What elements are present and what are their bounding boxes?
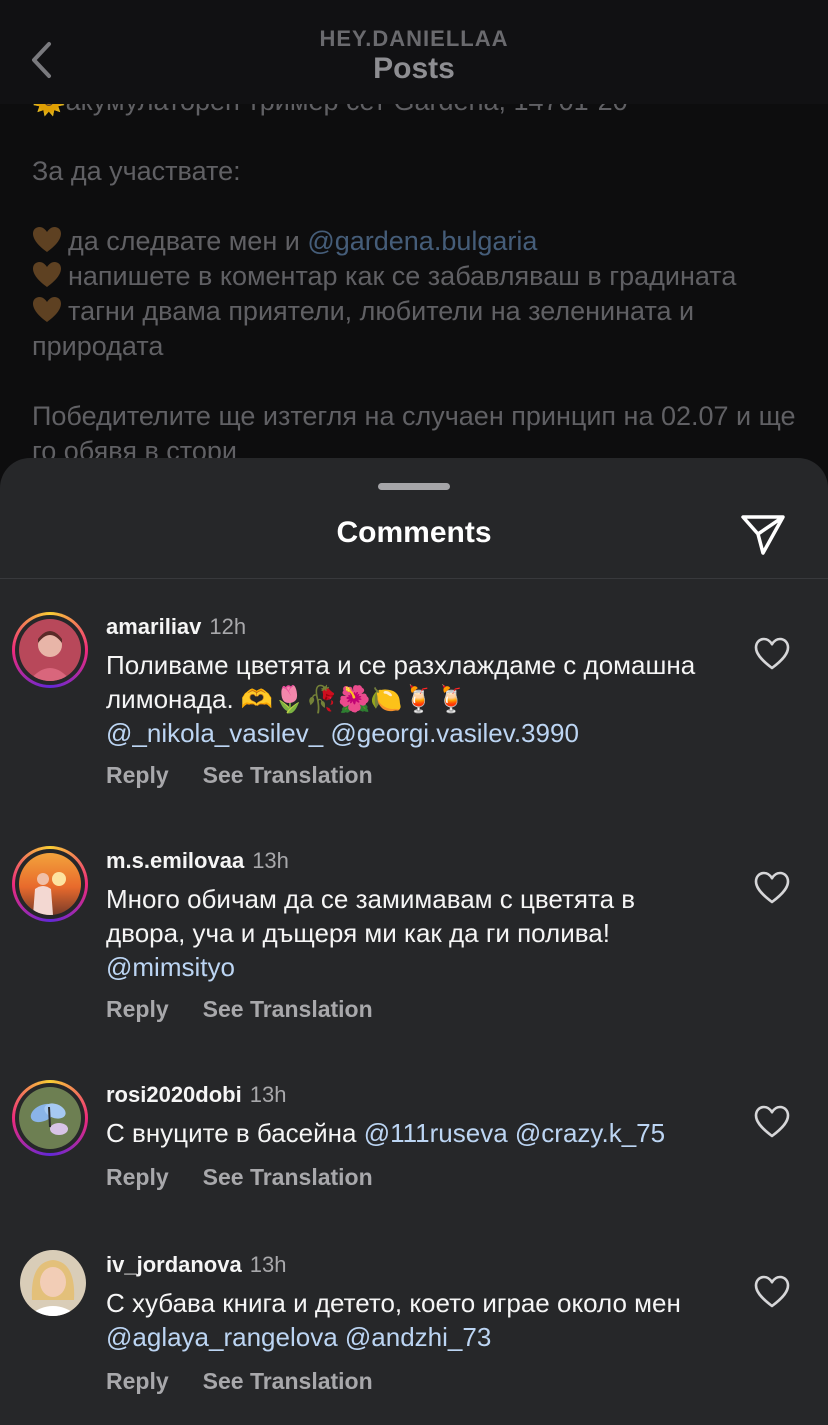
page-title: Posts [373,52,455,85]
comment-mentions[interactable]: @aglaya_rangelova @andzhi_73 [106,1322,491,1352]
comment-time: 12h [209,614,247,639]
like-button[interactable] [752,634,792,674]
reply-button[interactable]: Reply [106,996,169,1022]
avatar[interactable] [12,612,88,688]
comments-sheet: Comments amariliav 12h Поливаме цветята и… [0,458,828,1425]
reply-button[interactable]: Reply [106,762,169,788]
comment-username[interactable]: iv_jordanova [106,1252,242,1277]
see-translation-button[interactable]: See Translation [203,762,373,788]
comment-text: Много обичам да се замимавам с цветята в… [106,882,706,984]
sheet-divider [0,578,828,579]
heart-outline-icon [754,871,790,904]
comment-body: Много обичам да се замимавам с цветята в… [106,884,643,948]
avatar-photo-icon [19,619,81,681]
caption-rule-3: тагни двама приятели, любители на зелени… [32,294,812,364]
heart-outline-icon [754,1105,790,1138]
brown-heart-icon [33,262,61,287]
sheet-drag-handle[interactable] [378,483,450,490]
comment-actions: Reply See Translation [106,762,373,789]
paper-plane-icon [741,515,785,555]
heart-outline-icon [754,637,790,670]
brown-heart-icon [33,297,61,322]
caption-rule-2: напишете в коментар как се забавляваш в … [32,259,812,294]
comment-body: С внуците в басейна [106,1118,357,1148]
see-translation-button[interactable]: See Translation [203,1164,373,1190]
avatar[interactable] [12,846,88,922]
comment-header: m.s.emilovaa 13h [106,848,289,874]
caption-rule-1-text: да следвате мен и [68,226,308,256]
like-button[interactable] [752,1272,792,1312]
caption-rule-1: да следвате мен и @gardena.bulgaria [32,224,812,259]
comment-username[interactable]: m.s.emilovaa [106,848,244,873]
top-bar: HEY.DANIELLAA Posts [0,0,828,104]
comment-header: amariliav 12h [106,614,246,640]
comment-body: Поливаме цветята и се разхлаждаме с дома… [106,650,703,714]
comment-mentions[interactable]: @mimsityo [106,952,235,982]
like-button[interactable] [752,1102,792,1142]
comment-text: С хубава книга и детето, което играе око… [106,1286,706,1354]
post-caption: 🌞акумулаторен тример сет Gardena, 14701-… [32,84,812,469]
see-translation-button[interactable]: See Translation [203,1368,373,1394]
comment-time: 13h [252,848,289,873]
brown-heart-icon [33,227,61,252]
avatar-photo-icon [20,1250,86,1316]
reply-button[interactable]: Reply [106,1368,169,1394]
comment-username[interactable]: rosi2020dobi [106,1082,242,1107]
comment-header: iv_jordanova 13h [106,1252,286,1278]
like-button[interactable] [752,868,792,908]
avatar-photo-icon [19,853,81,915]
comment-text: С внуците в басейна @111ruseva @crazy.k_… [106,1116,706,1150]
header-username[interactable]: HEY.DANIELLAA [0,26,828,52]
caption-mention-link[interactable]: @gardena.bulgaria [307,226,537,256]
comment-username[interactable]: amariliav [106,614,201,639]
comment-actions: Reply See Translation [106,1164,373,1191]
see-translation-button[interactable]: See Translation [203,996,373,1022]
caption-intro: За да участвате: [32,156,241,186]
comment-mentions[interactable]: @_nikola_vasilev_ @georgi.vasilev.3990 [106,718,579,748]
caption-rule-3-text: тагни двама приятели, любители на зелени… [32,296,702,361]
avatar-photo-icon [19,1087,81,1149]
heart-outline-icon [754,1275,790,1308]
comment-time: 13h [249,1082,287,1107]
comment-body: С хубава книга и детето, което играе око… [106,1288,681,1318]
comment-header: rosi2020dobi 13h [106,1082,286,1108]
comment-time: 13h [249,1252,287,1277]
comment-mentions[interactable]: @111ruseva @crazy.k_75 [364,1118,665,1148]
comment-text: Поливаме цветята и се разхлаждаме с дома… [106,648,706,750]
avatar[interactable] [20,1250,86,1316]
avatar[interactable] [12,1080,88,1156]
comment-actions: Reply See Translation [106,1368,373,1395]
share-button[interactable] [738,510,788,560]
reply-button[interactable]: Reply [106,1164,169,1190]
comment-actions: Reply See Translation [106,996,373,1023]
sheet-title: Comments [336,516,492,549]
caption-rule-2-text: напишете в коментар как се забавляваш в … [68,261,737,291]
